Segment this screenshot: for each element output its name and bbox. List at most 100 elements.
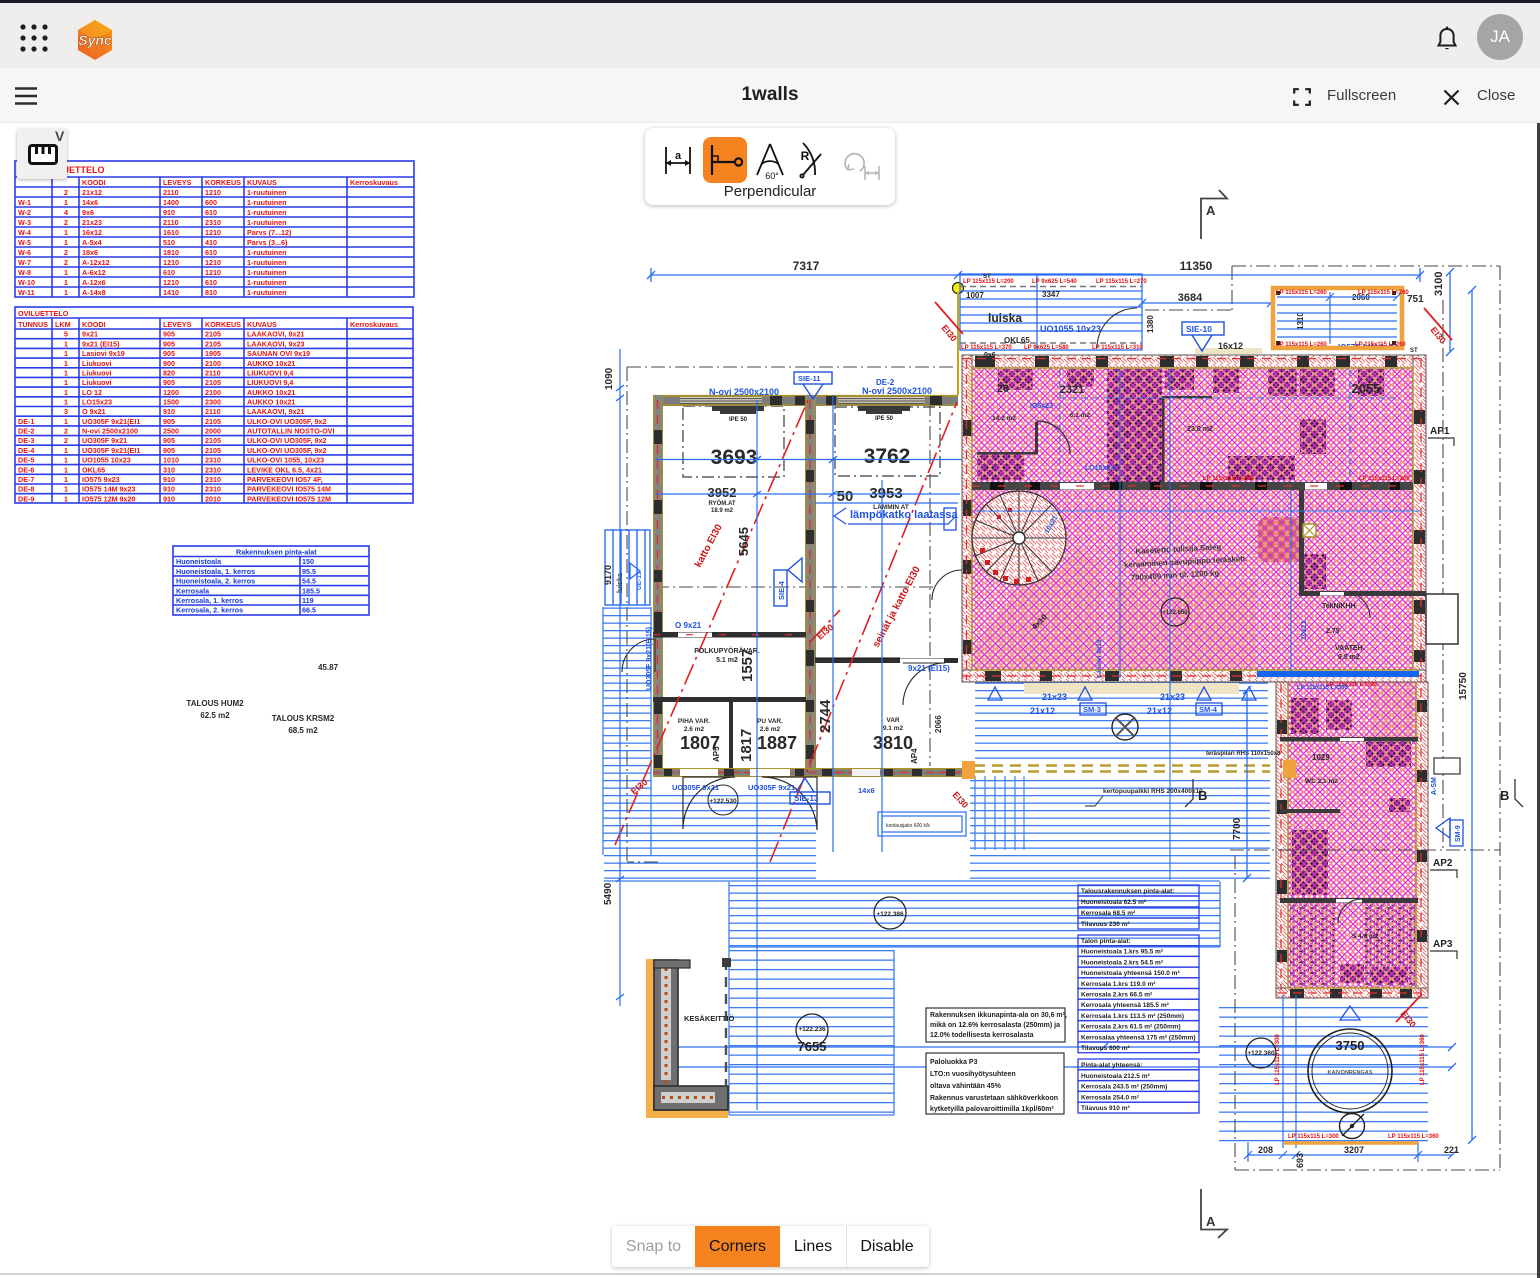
svg-text:+122.650: +122.650 — [1162, 610, 1188, 616]
svg-text:IPE 50: IPE 50 — [875, 416, 894, 422]
svg-text:UO305F 9x21(EI1: UO305F 9x21(EI1 — [82, 417, 140, 426]
svg-text:LTO:n vuosihyötysuhteen: LTO:n vuosihyötysuhteen — [930, 1071, 1016, 1078]
svg-text:1887: 1887 — [757, 733, 797, 753]
svg-text:LIUKUOVI 9,4: LIUKUOVI 9,4 — [247, 368, 293, 377]
svg-text:IO575 14M 9x23: IO575 14M 9x23 — [82, 485, 136, 494]
svg-text:LAAKAOVI, 9x21: LAAKAOVI, 9x21 — [247, 407, 305, 416]
svg-text:VAR: VAR — [886, 717, 900, 724]
svg-text:A-12x6: A-12x6 — [82, 278, 106, 287]
svg-text:2105: 2105 — [205, 330, 221, 339]
svg-text:SM-3: SM-3 — [1083, 705, 1101, 714]
svg-text:810: 810 — [205, 288, 217, 297]
svg-text:W-4: W-4 — [18, 228, 31, 237]
svg-text:Kerrosala 254.0 m²: Kerrosala 254.0 m² — [1081, 1094, 1140, 1101]
svg-text:KUVAUS: KUVAUS — [247, 320, 277, 329]
svg-text:ULKO-OVI UO305F, 9x2: ULKO-OVI UO305F, 9x2 — [247, 417, 327, 426]
svg-text:1090: 1090 — [604, 367, 615, 390]
svg-text:3762: 3762 — [864, 445, 911, 468]
svg-text:SIE-10: SIE-10 — [1186, 324, 1212, 334]
svg-text:14x6: 14x6 — [858, 786, 875, 795]
svg-text:LO15x23: LO15x23 — [82, 398, 112, 407]
svg-text:Kerrosalaa yhteensä 175 m² (25: Kerrosalaa yhteensä 175 m² (250mm) — [1081, 1034, 1196, 1041]
svg-text:DE-2: DE-2 — [18, 427, 34, 436]
svg-text:905: 905 — [163, 417, 175, 426]
svg-text:905: 905 — [163, 446, 175, 455]
svg-text:W-2: W-2 — [18, 208, 31, 217]
svg-text:LO15x23: LO15x23 — [1085, 465, 1114, 472]
svg-text:7317: 7317 — [793, 259, 820, 273]
svg-text:LP 115x115 L=200: LP 115x115 L=200 — [1203, 476, 1254, 482]
svg-text:LP 115x115 L=360: LP 115x115 L=360 — [1420, 1034, 1426, 1085]
svg-text:2744: 2744 — [817, 699, 834, 733]
svg-text:21x12: 21x12 — [1030, 706, 1055, 716]
svg-text:Rakennuksen ikkunapinta-ala on: Rakennuksen ikkunapinta-ala on 30,6 m², — [930, 1012, 1067, 1019]
svg-text:A-12x12: A-12x12 — [82, 258, 110, 267]
svg-text:KOODI: KOODI — [82, 320, 106, 329]
svg-text:W-5: W-5 — [18, 238, 31, 247]
svg-text:Huoneistoala 62.5 m²: Huoneistoala 62.5 m² — [1081, 899, 1147, 906]
svg-text:UO305F 9x21: UO305F 9x21 — [748, 783, 795, 792]
svg-text:910: 910 — [163, 475, 175, 484]
svg-text:LEVIKE OKL 6.5, 4x21: LEVIKE OKL 6.5, 4x21 — [247, 465, 322, 474]
svg-text:1010: 1010 — [163, 456, 179, 465]
svg-text:1: 1 — [64, 198, 68, 207]
svg-text:LP 115x115 L=260: LP 115x115 L=260 — [1276, 290, 1327, 296]
svg-text:Huoneistoala 212.5 m²: Huoneistoala 212.5 m² — [1081, 1073, 1150, 1080]
svg-text:A-6x12: A-6x12 — [82, 268, 106, 277]
svg-text:W-10: W-10 — [18, 278, 35, 287]
svg-text:PU VAR.: PU VAR. — [757, 718, 783, 725]
svg-text:RYÖM.AT: RYÖM.AT — [709, 500, 736, 507]
svg-text:1610: 1610 — [163, 228, 179, 237]
svg-text:LEVEYS: LEVEYS — [163, 178, 192, 187]
svg-text:oltava vähintään 45%: oltava vähintään 45% — [930, 1083, 1002, 1090]
svg-text:KAIVONRENGAS: KAIVONRENGAS — [1328, 1070, 1373, 1076]
svg-text:Tilavuus 230 m³: Tilavuus 230 m³ — [1081, 921, 1130, 928]
svg-text:KORKEUS: KORKEUS — [205, 320, 241, 329]
svg-text:Parvs (3...6): Parvs (3...6) — [247, 238, 288, 247]
svg-text:WC 2.1 m2: WC 2.1 m2 — [1305, 778, 1338, 785]
svg-text:21x23: 21x23 — [1160, 692, 1185, 702]
svg-text:LO 12: LO 12 — [82, 388, 102, 397]
svg-text:Kerrosala 1.krs 113.5 m² (250m: Kerrosala 1.krs 113.5 m² (250mm) — [1081, 1013, 1184, 1020]
svg-text:ULKO-OVI UO305F, 9x2: ULKO-OVI UO305F, 9x2 — [247, 446, 327, 455]
svg-text:DE-8: DE-8 — [18, 485, 34, 494]
svg-text:SAUNAN OVI 9x19: SAUNAN OVI 9x19 — [247, 349, 310, 358]
svg-text:PARVEKEOVI IO575 14M: PARVEKEOVI IO575 14M — [247, 485, 331, 494]
svg-text:katto EI30: katto EI30 — [693, 522, 725, 569]
svg-text:IO5x23: IO5x23 — [1030, 403, 1053, 410]
svg-text:2100: 2100 — [205, 359, 221, 368]
svg-text:2.6 m2: 2.6 m2 — [684, 726, 705, 733]
svg-text:905: 905 — [163, 436, 175, 445]
svg-text:IO575 9x23: IO575 9x23 — [82, 475, 120, 484]
svg-text:905: 905 — [163, 378, 175, 387]
svg-text:2500: 2500 — [163, 427, 179, 436]
svg-text:1-ruutuinen: 1-ruutuinen — [247, 208, 287, 217]
svg-text:2110: 2110 — [205, 368, 221, 377]
svg-text:Paloluokka P3: Paloluokka P3 — [930, 1059, 978, 1066]
svg-text:1: 1 — [64, 456, 68, 465]
svg-text:1: 1 — [64, 475, 68, 484]
svg-text:Huoneistoala 1.krs 95.5 m²: Huoneistoala 1.krs 95.5 m² — [1081, 949, 1164, 956]
svg-text:A-5x4: A-5x4 — [82, 238, 102, 247]
svg-text:SIE-13: SIE-13 — [794, 794, 819, 803]
svg-text:18.9 m2: 18.9 m2 — [711, 508, 734, 514]
svg-text:2: 2 — [64, 248, 68, 257]
svg-text:LAAKAOVI, 9x21: LAAKAOVI, 9x21 — [247, 330, 305, 339]
svg-text:Kerrosala, 2. kerros: Kerrosala, 2. kerros — [176, 606, 243, 615]
svg-text:seinät ja katto EI30: seinät ja katto EI30 — [871, 564, 923, 649]
svg-text:1: 1 — [64, 494, 68, 503]
svg-text:LP 115x115 L=310: LP 115x115 L=310 — [1092, 345, 1143, 351]
svg-text:AP4: AP4 — [910, 748, 919, 764]
svg-text:EI30: EI30 — [815, 622, 836, 642]
svg-text:9170: 9170 — [603, 565, 613, 585]
svg-text:Tilavuus 910 m³: Tilavuus 910 m³ — [1081, 1105, 1130, 1112]
svg-text:DE-1: DE-1 — [18, 417, 34, 426]
svg-text:310: 310 — [163, 465, 175, 474]
svg-text:lämpökatko laatassa: lämpökatko laatassa — [850, 509, 958, 521]
svg-text:W-6: W-6 — [18, 248, 31, 257]
svg-text:EI30: EI30 — [1428, 325, 1448, 346]
svg-text:+122.360: +122.360 — [1247, 1050, 1275, 1057]
svg-text:10x21: 10x21 — [1301, 620, 1308, 640]
svg-text:910: 910 — [163, 485, 175, 494]
svg-text:1: 1 — [64, 278, 68, 287]
